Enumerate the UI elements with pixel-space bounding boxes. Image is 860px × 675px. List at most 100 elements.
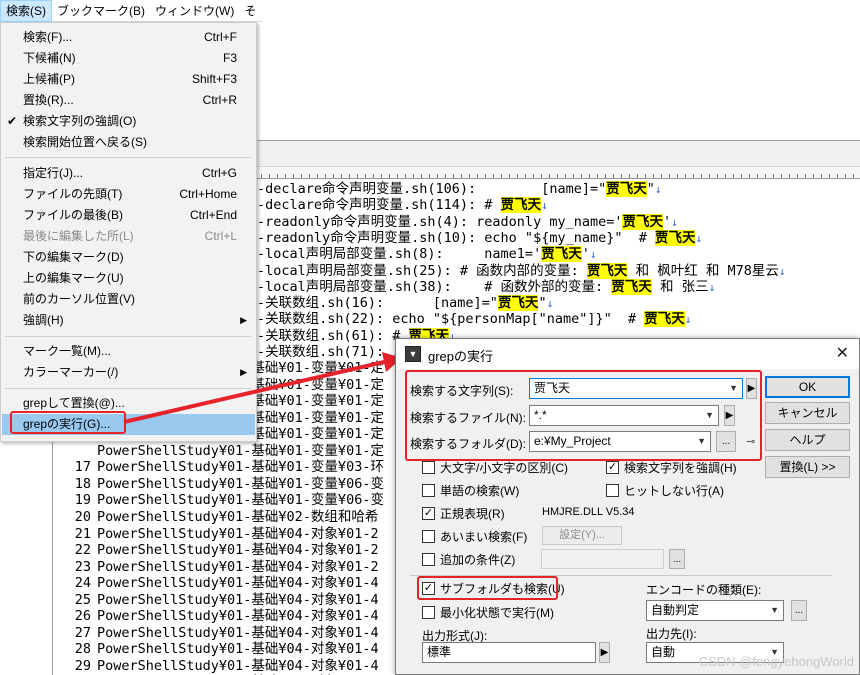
menu-item-label: マーク一覧(M)...	[23, 344, 111, 358]
line-text-prefix: -readonly命令声明变量.sh(4): readonly my_name=…	[257, 213, 623, 230]
menu-search[interactable]: 検索(S)	[0, 0, 52, 22]
line-number: 26	[74, 608, 91, 625]
line-text-prefix: -关联数组.sh(61): #	[257, 327, 409, 344]
system-menu-icon[interactable]: ▼	[405, 346, 421, 362]
menu-item-label: grepして置換(@)...	[23, 396, 125, 410]
cancel-button[interactable]: キャンセル	[765, 402, 850, 424]
line-number: 23	[74, 558, 91, 575]
line-number: 18	[74, 475, 91, 492]
menu-item-return-start[interactable]: 検索開始位置へ戻る(S)	[2, 132, 255, 153]
menu-item-find[interactable]: 検索(F)... Ctrl+F	[2, 27, 255, 48]
highlight-checkbox[interactable]: ✓ 検索文字列を強調(H)	[606, 460, 737, 476]
search-hit: 贾飞天	[606, 181, 647, 197]
menu-item-color-marker[interactable]: カラーマーカー(/) ▶	[2, 362, 255, 383]
ok-button[interactable]: OK	[765, 376, 850, 398]
menu-item-label: 強調(H)	[23, 313, 64, 327]
annotation-box-subfolder	[417, 576, 558, 600]
checkbox-label: 大文字/小文字の区別(C)	[440, 461, 568, 475]
grep-result-line: -关联数组.sh(71): ↓	[257, 344, 399, 360]
line-end-icon: ↓	[589, 248, 597, 262]
case-sensitive-checkbox[interactable]: 大文字/小文字の区別(C)	[422, 460, 568, 476]
output-format-combo[interactable]: 標準	[422, 642, 596, 663]
extra-condition-field[interactable]	[541, 549, 664, 569]
checkbox-box	[422, 606, 435, 619]
menu-item-label: ファイルの先頭(T)	[23, 187, 123, 201]
menu-item-file-top[interactable]: ファイルの先頭(T) Ctrl+Home	[2, 184, 255, 205]
menu-item-goto-line[interactable]: 指定行(J)... Ctrl+G	[2, 163, 255, 184]
line-end-icon: ↓	[654, 183, 662, 196]
grep-result-line: -readonly命令声明变量.sh(10): echo "${my_name}…	[257, 229, 703, 246]
line-number: 29	[74, 657, 91, 674]
fuzzy-search-checkbox[interactable]: あいまい検索(F)	[422, 529, 527, 545]
line-end-icon: ↓	[671, 215, 678, 229]
minimize-checkbox[interactable]: 最小化状態で実行(M)	[422, 605, 554, 621]
menu-item-find-next[interactable]: 下候補(N) F3	[2, 48, 255, 69]
word-search-checkbox[interactable]: 単語の検索(W)	[422, 483, 519, 499]
result-list-line: 29 PowerShellStudy¥01-基础¥04-对象¥01-4	[53, 658, 379, 674]
close-icon[interactable]: ✕	[836, 343, 849, 363]
menu-item-replace[interactable]: 置換(R)... Ctrl+R	[2, 90, 255, 111]
menu-bookmark[interactable]: ブックマーク(B)	[52, 0, 150, 22]
line-text-prefix: -declare命令声明变量.sh(114): #	[257, 197, 501, 214]
regex-engine-version: HMJRE.DLL V5.34	[542, 506, 635, 518]
menu-shortcut: F3	[222, 51, 237, 65]
encoding-combo[interactable]: 自動判定 ▼	[646, 600, 784, 621]
menu-item-next-edit-mark[interactable]: 下の編集マーク(D)	[2, 247, 255, 268]
fuzzy-settings-button[interactable]: 設定(Y)...	[542, 526, 622, 545]
line-text: PowerShellStudy¥01-基础¥04-对象¥01-4	[97, 575, 379, 592]
replace-toggle-button[interactable]: 置換(L) >>	[765, 456, 850, 478]
menu-item-label: 最後に編集した所(L)	[23, 229, 134, 243]
result-list-line: 19 PowerShellStudy¥01-基础¥01-变量¥06-变	[53, 492, 384, 508]
nohit-lines-checkbox[interactable]: ヒットしない行(A)	[606, 483, 724, 499]
encoding-value: 自動判定	[651, 603, 700, 617]
output-dest-value: 自動	[651, 645, 676, 659]
line-number: 27	[74, 624, 91, 641]
line-text: -local声明局部变量.sh(38): # 函数外部的变量: 贾飞天 和 张三	[257, 278, 709, 295]
menu-other[interactable]: そ	[239, 0, 261, 22]
checkbox-label: あいまい検索(F)	[440, 530, 528, 544]
menu-item-label: 置換(R)...	[23, 93, 74, 107]
menu-window[interactable]: ウィンドウ(W)	[150, 0, 239, 22]
grep-result-line: -readonly命令声明变量.sh(4): readonly my_name=…	[257, 213, 678, 230]
grep-result-line: -local声明局部变量.sh(25): # 函数内部的变量: 贾飞天 和 枫叶…	[257, 262, 785, 279]
menu-separator	[5, 157, 252, 158]
dialog-title-bar: ▼ grepの実行 ✕	[396, 339, 859, 369]
line-end-icon: ↓	[695, 231, 703, 245]
extra-condition-browse[interactable]: ...	[669, 549, 685, 569]
grep-result-line: -local声明局部变量.sh(38): # 函数外部的变量: 贾飞天 和 张三…	[257, 278, 715, 295]
line-text: -declare命令声明变量.sh(106): [name]="贾飞天"	[257, 181, 655, 197]
search-hit: 贾飞天	[611, 278, 652, 295]
output-format-arrow[interactable]: ▶	[599, 642, 610, 663]
line-text-prefix: -readonly命令声明变量.sh(10): echo "${my_name}…	[257, 229, 655, 246]
output-format-value: 標準	[427, 645, 452, 659]
extra-condition-checkbox[interactable]: 追加の条件(Z)	[422, 552, 515, 568]
search-hit: 贾飞天	[586, 262, 628, 279]
menu-item-emphasis[interactable]: 強調(H) ▶	[2, 310, 255, 331]
menu-item-prev-cursor[interactable]: 前のカーソル位置(V)	[2, 289, 255, 310]
menu-item-prev-edit-mark[interactable]: 上の編集マーク(U)	[2, 268, 255, 289]
line-number: 28	[74, 641, 91, 658]
regex-checkbox[interactable]: ✓ 正規表現(R)	[422, 506, 505, 522]
result-list-line: PowerShellStudy¥01-基础¥01-变量¥01-定	[53, 443, 384, 459]
encoding-options-button[interactable]: ...	[791, 600, 807, 621]
menu-item-last-edit[interactable]: 最後に編集した所(L) Ctrl+L	[2, 226, 255, 247]
menu-item-label: 下候補(N)	[23, 51, 76, 65]
grep-result-line: -local声明局部变量.sh(8): name1='贾飞天'↓	[257, 246, 597, 263]
line-text: -readonly命令声明变量.sh(4): readonly my_name=…	[257, 213, 671, 230]
line-text: -local声明局部变量.sh(8): name1='贾飞天'	[257, 246, 590, 263]
menu-item-label: カラーマーカー(/)	[23, 365, 119, 379]
menu-item-file-end[interactable]: ファイルの最後(B) Ctrl+End	[2, 205, 255, 226]
menu-shortcut: Ctrl+G	[201, 166, 237, 180]
checkbox-label: ヒットしない行(A)	[624, 484, 724, 498]
grep-result-line: -关联数组.sh(16): [name]="贾飞天"↓	[257, 295, 553, 312]
menu-item-label: 指定行(J)...	[23, 166, 83, 180]
menu-item-label: 検索(F)...	[23, 30, 73, 44]
search-hit: 贾飞天	[622, 213, 663, 230]
menu-item-mark-list[interactable]: マーク一覧(M)...	[2, 341, 255, 362]
menu-item-highlight-search[interactable]: ✔ 検索文字列の強調(O)	[2, 111, 255, 132]
menu-item-find-prev[interactable]: 上候補(P) Shift+F3	[2, 69, 255, 90]
help-button[interactable]: ヘルプ	[765, 429, 850, 451]
grep-result-line: -关联数组.sh(22): echo "${personMap["name"]}…	[257, 311, 691, 328]
annotation-box-grep-menu	[10, 411, 126, 434]
search-hit: 贾飞天	[644, 311, 685, 328]
